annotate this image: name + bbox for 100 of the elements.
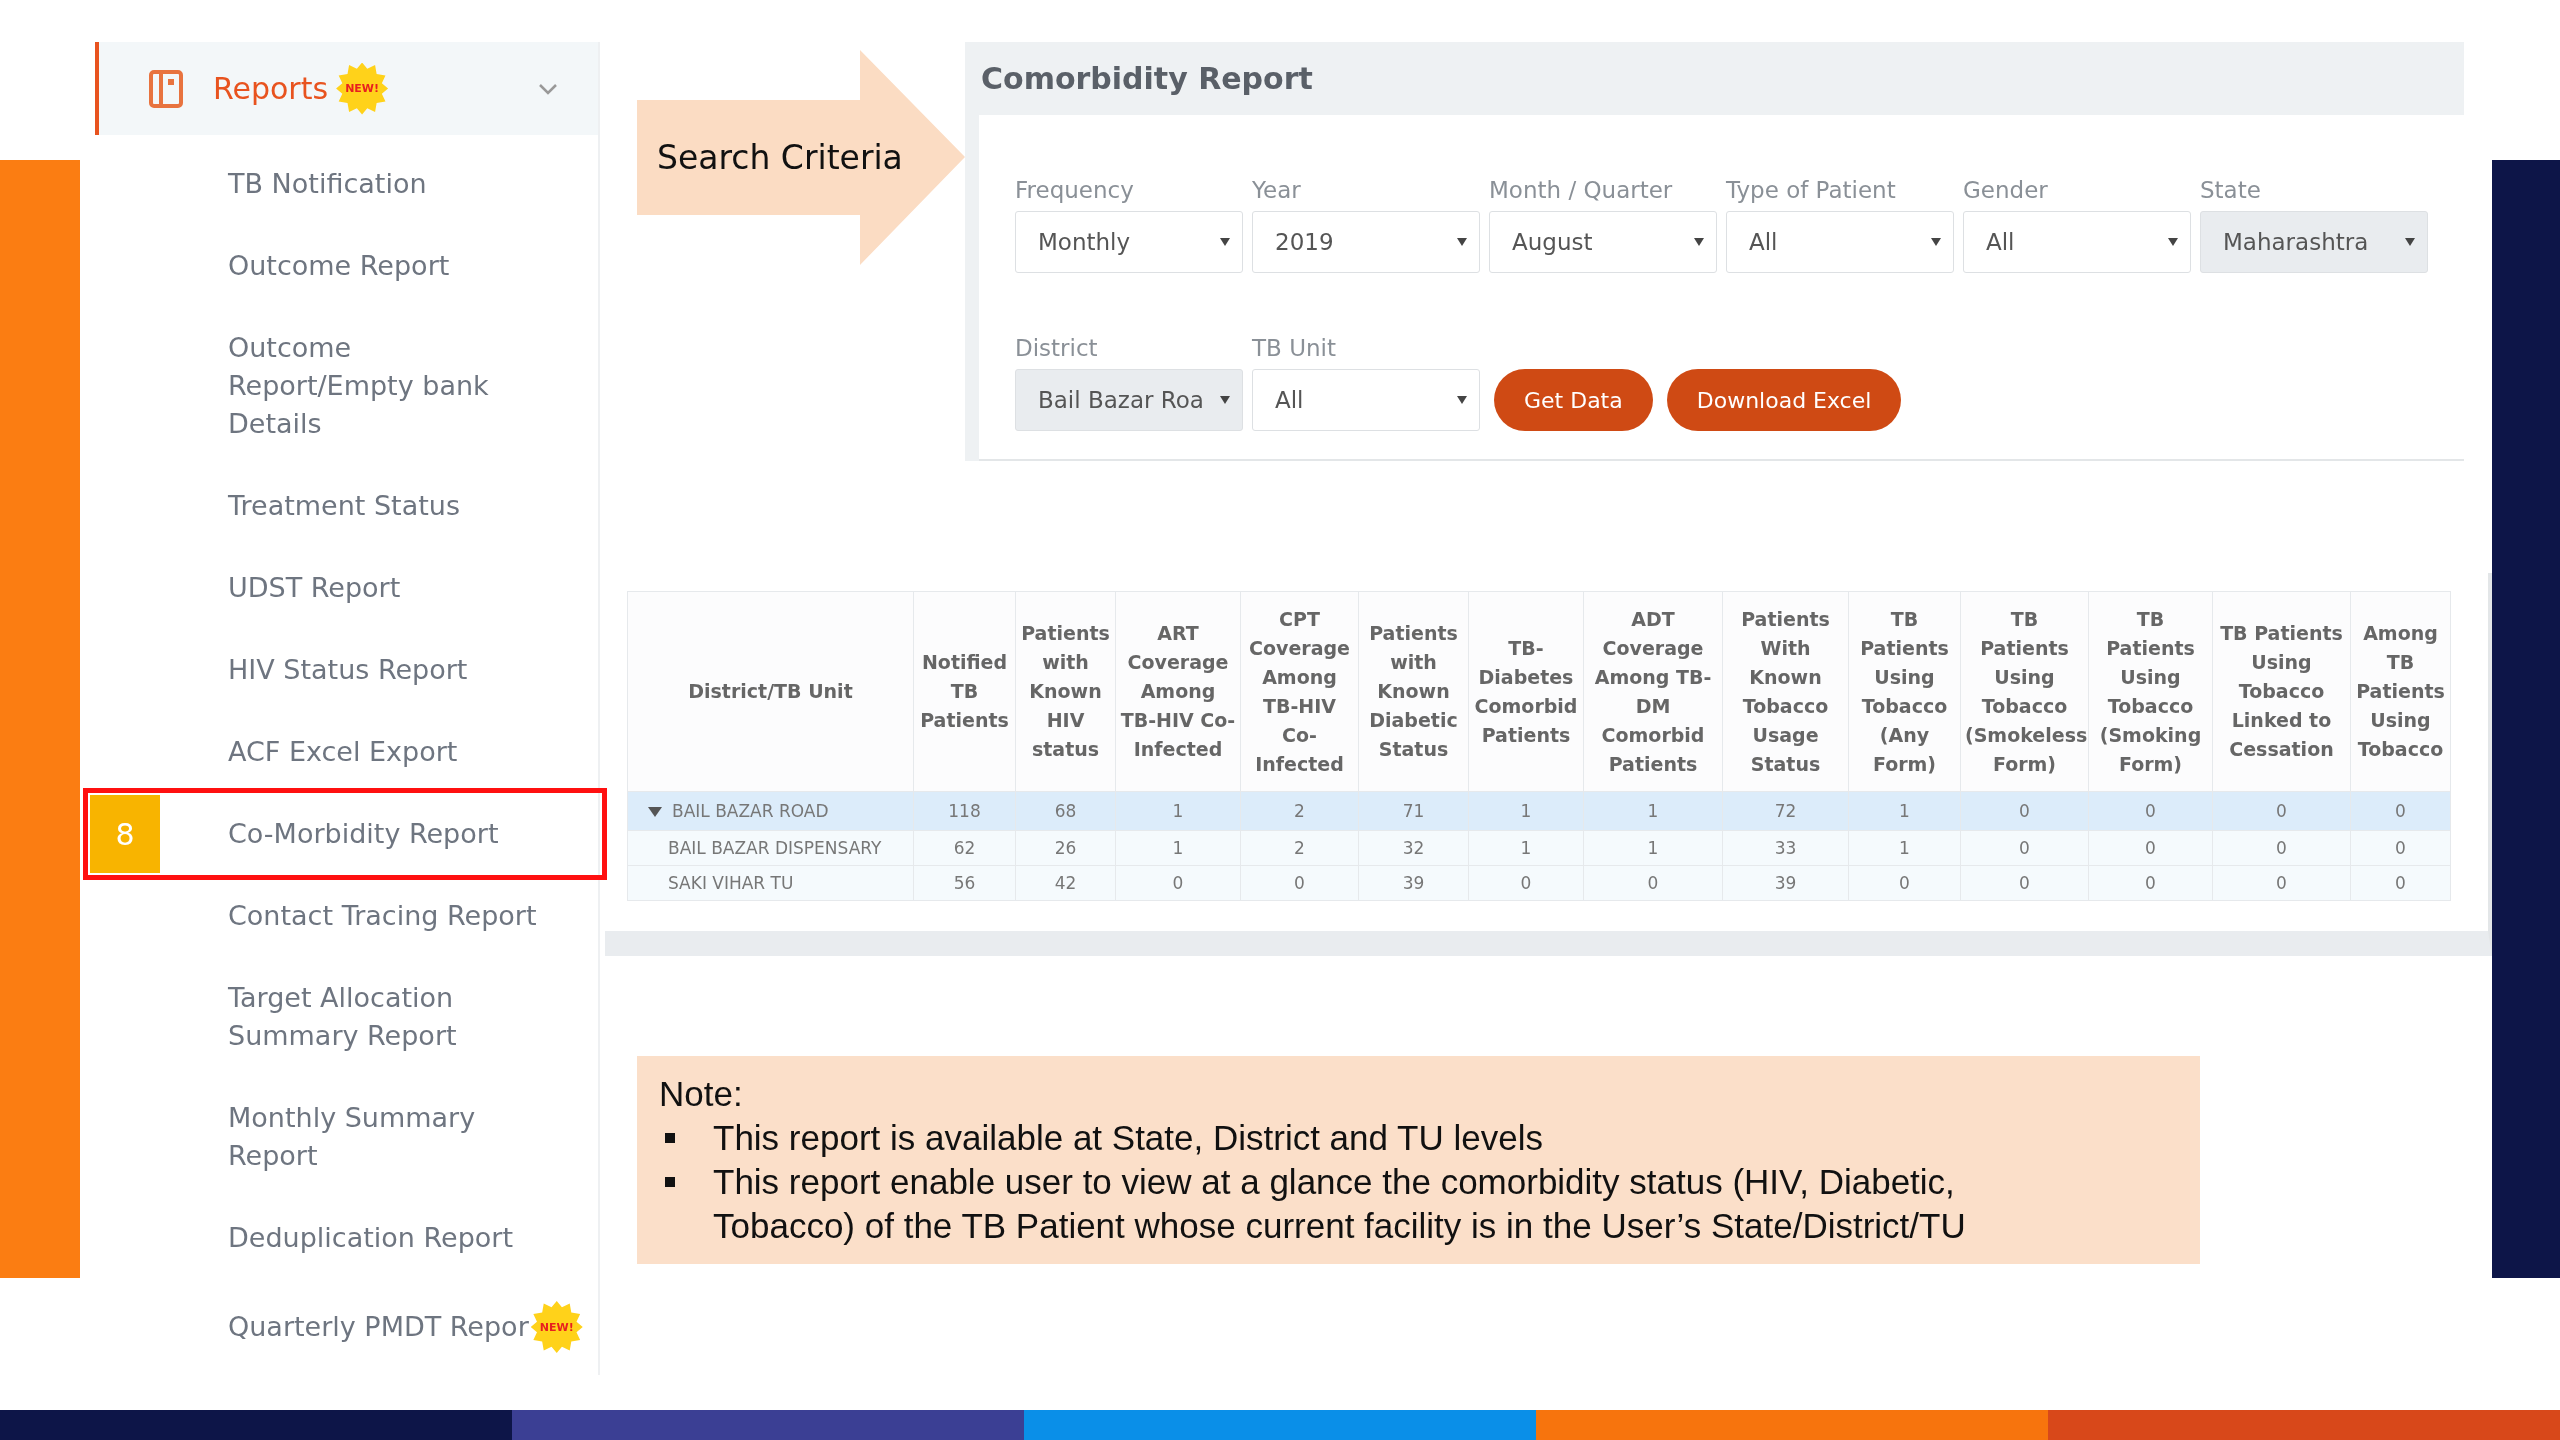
table-cell: 0: [2212, 865, 2351, 901]
field-label: Frequency: [1015, 177, 1135, 203]
table-cell: 118: [913, 791, 1016, 831]
panel-title: Comorbidity Report: [980, 60, 1314, 98]
table-cell: SAKI VIHAR TU: [627, 865, 914, 901]
table-cell: 42: [1015, 865, 1116, 901]
caret-icon: [1457, 396, 1467, 404]
menu-item[interactable]: Monthly Summary Report: [228, 1099, 476, 1175]
new-badge: NEW!: [530, 1301, 583, 1353]
menu-item[interactable]: Co-Morbidity Report: [228, 815, 499, 853]
caret-icon: [1220, 238, 1230, 246]
table-cell: 0: [2350, 865, 2451, 901]
reports-menu-header[interactable]: Reports NEW!: [95, 42, 598, 135]
table-cell: 0: [2088, 791, 2213, 831]
get-data-button[interactable]: Get Data: [1494, 369, 1653, 431]
table-cell: 1: [1583, 830, 1723, 866]
table-cell: 0: [2212, 791, 2351, 831]
table-cell: 0: [1115, 865, 1241, 901]
table-cell: 0: [2088, 865, 2213, 901]
table-cell: 1: [1583, 791, 1723, 831]
menu-item[interactable]: ACF Excel Export: [228, 733, 458, 771]
column-header: Patients With Known Tobacco Usage Status: [1722, 591, 1849, 792]
table-cell: 1: [1848, 791, 1961, 831]
menu-item[interactable]: Outcome Report/Empty bank Details: [228, 329, 489, 443]
column-header: TB-Diabetes Comorbid Patients: [1468, 591, 1584, 792]
dropdown[interactable]: All: [1252, 369, 1480, 431]
table-cell: 0: [2088, 830, 2213, 866]
table-cell: 0: [1583, 865, 1723, 901]
dropdown[interactable]: 2019: [1252, 211, 1480, 273]
caret-icon: [1220, 396, 1230, 404]
book-icon: [149, 69, 183, 108]
new-badge: NEW!: [336, 62, 389, 115]
table-cell: 0: [1848, 865, 1961, 901]
field-label: Gender: [1963, 177, 2049, 203]
table-cell: 1: [1115, 791, 1241, 831]
column-header: Patients with Known HIV status: [1015, 591, 1116, 792]
table-cell: 72: [1722, 791, 1849, 831]
note-title: Note:: [659, 1073, 744, 1115]
column-header: Notified TB Patients: [913, 591, 1016, 792]
table-cell: 1: [1468, 830, 1584, 866]
dropdown[interactable]: August: [1489, 211, 1717, 273]
dropdown[interactable]: All: [1963, 211, 2191, 273]
menu-item[interactable]: Treatment Status: [228, 487, 460, 525]
field-label: State: [2200, 177, 2262, 203]
dropdown[interactable]: Monthly: [1015, 211, 1243, 273]
table-cell: 39: [1358, 865, 1469, 901]
table-cell: 26: [1015, 830, 1116, 866]
bullet-icon: [665, 1177, 675, 1187]
download-button[interactable]: Download Excel: [1666, 369, 1902, 431]
table-cell: 33: [1722, 830, 1849, 866]
table-cell: 0: [2212, 830, 2351, 866]
table-cell: 1: [1468, 791, 1584, 831]
column-header: TB Patients Using Tobacco (Smoking Form): [2088, 591, 2213, 792]
caret-icon: [1457, 238, 1467, 246]
column-header: District/TB Unit: [627, 591, 914, 792]
column-header: Among TB Patients Using Tobacco: [2350, 591, 2451, 792]
bullet-icon: [665, 1133, 675, 1143]
menu-item[interactable]: TB Notification: [228, 165, 427, 203]
table-cell: BAIL BAZAR ROAD: [627, 791, 914, 831]
menu-title: Reports: [213, 71, 329, 106]
table-cell: 39: [1722, 865, 1849, 901]
table-cell: 1: [1115, 830, 1241, 866]
expand-icon[interactable]: [648, 807, 662, 817]
menu-item[interactable]: UDST Report: [228, 569, 401, 607]
table-cell: 0: [1240, 865, 1359, 901]
menu-item[interactable]: Contact Tracing Report: [228, 897, 537, 935]
dropdown[interactable]: All: [1726, 211, 1954, 273]
note-text: This report is available at State, District and TU levels: [713, 1117, 1543, 1159]
menu-item[interactable]: Quarterly PMDT Repor: [228, 1308, 529, 1346]
table-cell: 2: [1240, 830, 1359, 866]
table-cell: 0: [1960, 830, 2089, 866]
table-cell: 62: [913, 830, 1016, 866]
table-cell: BAIL BAZAR DISPENSARY: [627, 830, 914, 866]
caret-icon: [2168, 238, 2178, 246]
column-header: CPT Coverage Among TB-HIV Co-Infected: [1240, 591, 1359, 792]
column-header: Patients with Known Diabetic Status: [1358, 591, 1469, 792]
menu-item[interactable]: Target Allocation Summary Report: [228, 979, 457, 1055]
menu-item[interactable]: Deduplication Report: [228, 1219, 513, 1257]
step-marker: 8: [90, 795, 160, 873]
caret-icon: [1694, 238, 1704, 246]
menu-item[interactable]: HIV Status Report: [228, 651, 468, 689]
column-header: ADT Coverage Among TB-DM Comorbid Patients: [1583, 591, 1723, 792]
table-cell: 0: [1960, 791, 2089, 831]
table-cell: 0: [2350, 830, 2451, 866]
field-label: District: [1015, 335, 1099, 361]
caret-icon: [2405, 238, 2415, 246]
table-cell: 56: [913, 865, 1016, 901]
field-label: Month / Quarter: [1489, 177, 1674, 203]
column-header: TB Patients Using Tobacco Linked to Cessation: [2212, 591, 2351, 792]
table-cell: 68: [1015, 791, 1116, 831]
table-cell: 71: [1358, 791, 1469, 831]
column-header: ART Coverage Among TB-HIV Co-Infected: [1115, 591, 1241, 792]
field-label: TB Unit: [1252, 335, 1337, 361]
menu-item[interactable]: Outcome Report: [228, 247, 450, 285]
column-header: TB Patients Using Tobacco (Any Form): [1848, 591, 1961, 792]
field-label: Year: [1252, 177, 1302, 203]
column-header: TB Patients Using Tobacco (Smokeless Form): [1960, 591, 2089, 792]
note-text: This report enable user to view at a glance the comorbidity status (HIV, Diabetic, Tobacco) of the TB Patient whose current facility is in the User’s State/District/TU: [713, 1161, 1967, 1247]
table-cell: 1: [1848, 830, 1961, 866]
table-cell: 0: [1468, 865, 1584, 901]
